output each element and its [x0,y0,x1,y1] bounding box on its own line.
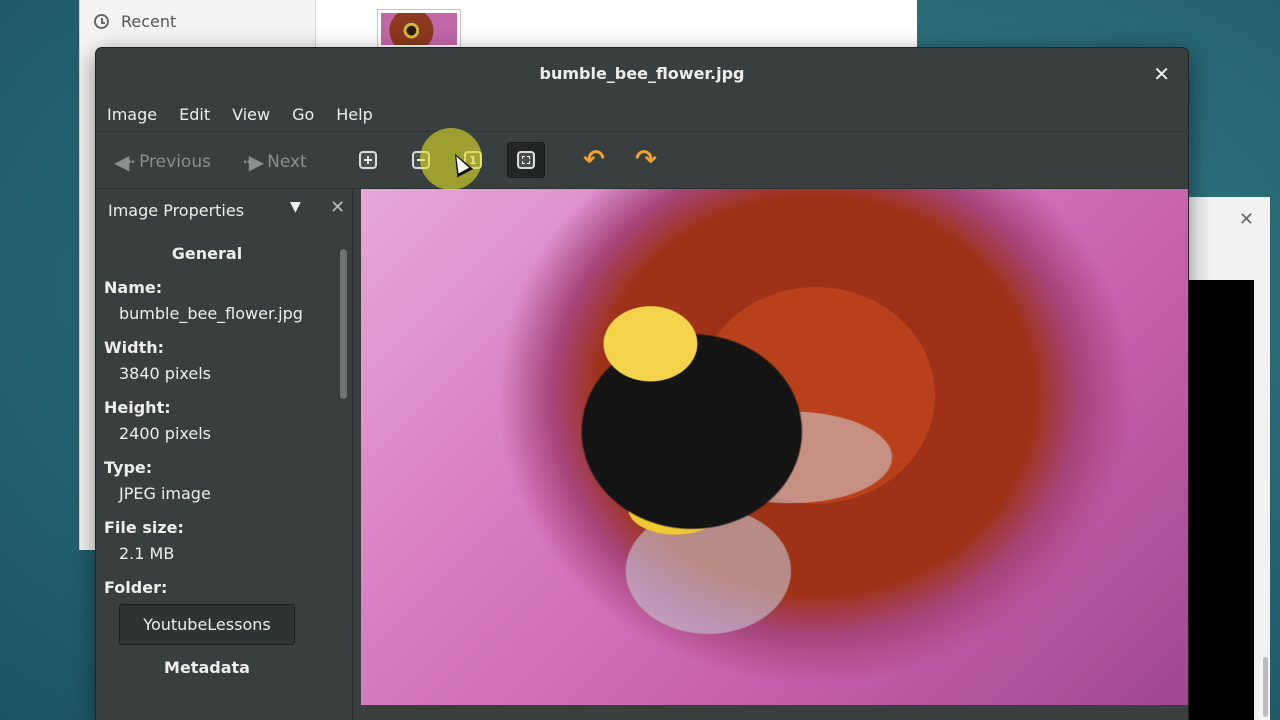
sidebar-item-label: Recent [121,12,177,31]
background-window: ✕ [1187,197,1270,720]
next-label: Next [267,152,307,172]
width-label: Width: [104,338,165,357]
toolbar: ◀·· Previous ··▶ Next 1 ↶ ↷ [96,133,1188,189]
sidebar-title[interactable]: Image Properties [108,201,244,220]
previous-button[interactable]: ◀·· Previous [114,150,211,174]
close-icon[interactable]: ✕ [1239,209,1254,230]
folder-label: Folder: [104,578,168,597]
height-label: Height: [104,398,171,417]
image-viewer-window: bumble_bee_flower.jpg ✕ Image Edit View … [96,48,1188,720]
background-window-content [1187,280,1254,720]
type-label: Type: [104,458,153,477]
menu-help[interactable]: Help [336,105,372,124]
best-fit-button[interactable] [507,142,545,178]
arrow-left-icon: ◀·· [114,150,136,174]
folder-button[interactable]: YoutubeLessons [119,604,295,645]
section-general: General [171,244,243,263]
name-value: bumble_bee_flower.jpg [119,304,303,323]
rotate-right-icon: ↷ [635,145,657,175]
zoom-in-button[interactable] [349,142,387,178]
type-value: JPEG image [119,484,211,503]
sidebar-close-icon[interactable]: ✕ [330,197,345,218]
height-value: 2400 pixels [119,424,212,443]
previous-label: Previous [139,152,211,172]
menu-go[interactable]: Go [292,105,314,124]
menu-edit[interactable]: Edit [179,105,210,124]
menu-view[interactable]: View [232,105,270,124]
image-display[interactable] [361,189,1188,705]
scrollbar[interactable] [1263,657,1268,717]
sidebar-item-recent[interactable]: Recent [94,12,176,31]
menu-image[interactable]: Image [107,105,157,124]
close-window-button[interactable]: ✕ [1153,62,1170,86]
zoom-in-icon [359,151,377,169]
file-size-value: 2.1 MB [119,544,175,563]
file-thumbnail[interactable] [377,9,461,49]
thumbnail-image [381,13,457,45]
best-fit-icon [517,151,535,169]
window-titlebar[interactable]: bumble_bee_flower.jpg [96,48,1188,98]
window-title: bumble_bee_flower.jpg [539,63,745,83]
rotate-left-icon: ↶ [583,145,605,175]
file-size-label: File size: [104,518,184,537]
sidebar-scrollbar-thumb[interactable] [340,249,347,399]
rotate-left-button[interactable]: ↶ [575,142,613,178]
image-bottom-border [361,705,1188,720]
section-metadata: Metadata [164,658,250,677]
chevron-down-icon[interactable]: ▼ [290,199,301,215]
name-label: Name: [104,278,163,297]
menu-bar: Image Edit View Go Help [96,98,1188,132]
arrow-right-icon: ··▶ [242,150,264,174]
clock-icon [94,14,109,29]
next-button[interactable]: ··▶ Next [242,150,307,174]
rotate-right-button[interactable]: ↷ [627,142,665,178]
image-properties-sidebar: Image Properties ▼ ✕ General Name: bumbl… [96,189,353,720]
width-value: 3840 pixels [119,364,212,383]
